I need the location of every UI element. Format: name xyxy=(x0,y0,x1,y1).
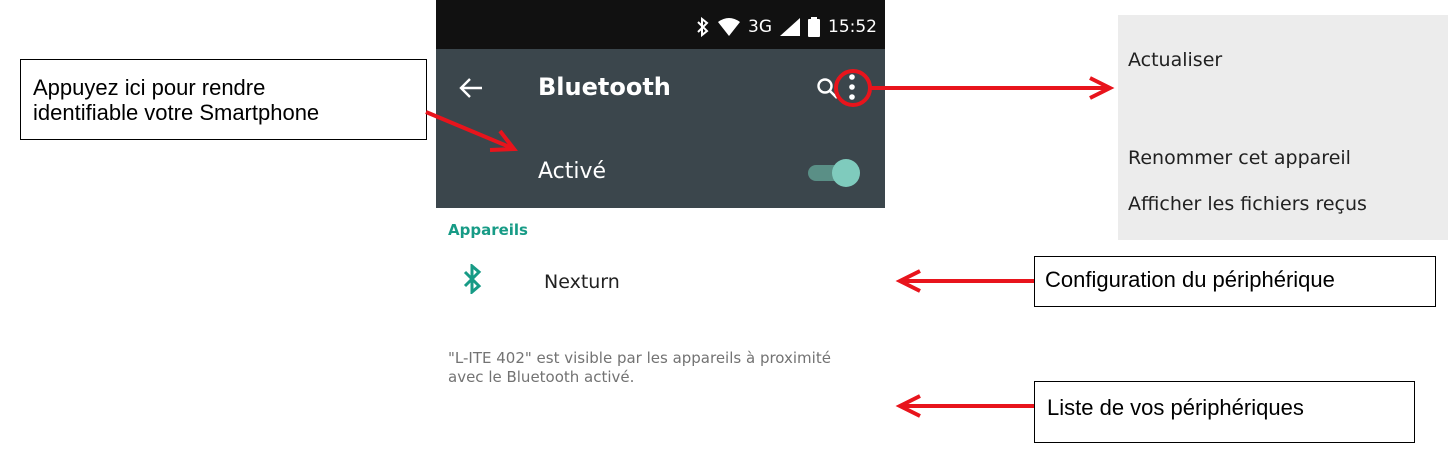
bluetooth-status-icon xyxy=(697,16,709,38)
signal-icon xyxy=(780,18,800,36)
arrow-to-menu xyxy=(870,76,1115,100)
device-name: Nexturn xyxy=(544,271,620,293)
app-bar: Bluetooth xyxy=(436,49,885,127)
callout-identify-line2: identifiable votre Smartphone xyxy=(33,100,320,125)
status-bar: 3G 15:52 xyxy=(436,0,885,49)
back-arrow-icon[interactable] xyxy=(458,75,484,101)
callout-device-list: Liste de vos périphériques xyxy=(1034,381,1415,443)
callout-device-config: Configuration du périphérique xyxy=(1034,256,1436,307)
overflow-menu: Actualiser Renommer cet appareil Affiche… xyxy=(1118,15,1448,240)
visibility-info: "L-ITE 402" est visible par les appareil… xyxy=(448,349,831,386)
network-type: 3G xyxy=(748,17,772,37)
callout-identify: Appuyez ici pour rendre identifiable vot… xyxy=(20,59,427,140)
wifi-icon xyxy=(718,18,740,36)
phone-screen: 3G 15:52 Bluetooth Activé Appareils Next… xyxy=(436,0,885,454)
bluetooth-toggle[interactable] xyxy=(806,159,860,187)
menu-item-rename-device[interactable]: Renommer cet appareil xyxy=(1128,147,1351,169)
menu-item-refresh[interactable]: Actualiser xyxy=(1128,49,1222,71)
bluetooth-icon xyxy=(463,264,482,294)
devices-section-title: Appareils xyxy=(448,221,528,239)
toggle-thumb xyxy=(832,159,860,187)
bluetooth-switch-bar[interactable]: Activé xyxy=(436,127,885,208)
callout-identify-line1: Appuyez ici pour rendre xyxy=(33,75,266,100)
arrow-to-visibility xyxy=(895,394,1034,418)
switch-label: Activé xyxy=(538,159,607,184)
menu-item-received-files[interactable]: Afficher les fichiers reçus xyxy=(1128,193,1367,215)
battery-icon xyxy=(808,17,820,37)
status-time: 15:52 xyxy=(828,17,877,37)
arrow-to-device xyxy=(895,269,1034,293)
device-item-nexturn[interactable]: Nexturn xyxy=(436,258,885,308)
page-title: Bluetooth xyxy=(538,73,671,101)
overflow-menu-icon[interactable] xyxy=(841,67,863,107)
search-icon[interactable] xyxy=(815,76,839,100)
